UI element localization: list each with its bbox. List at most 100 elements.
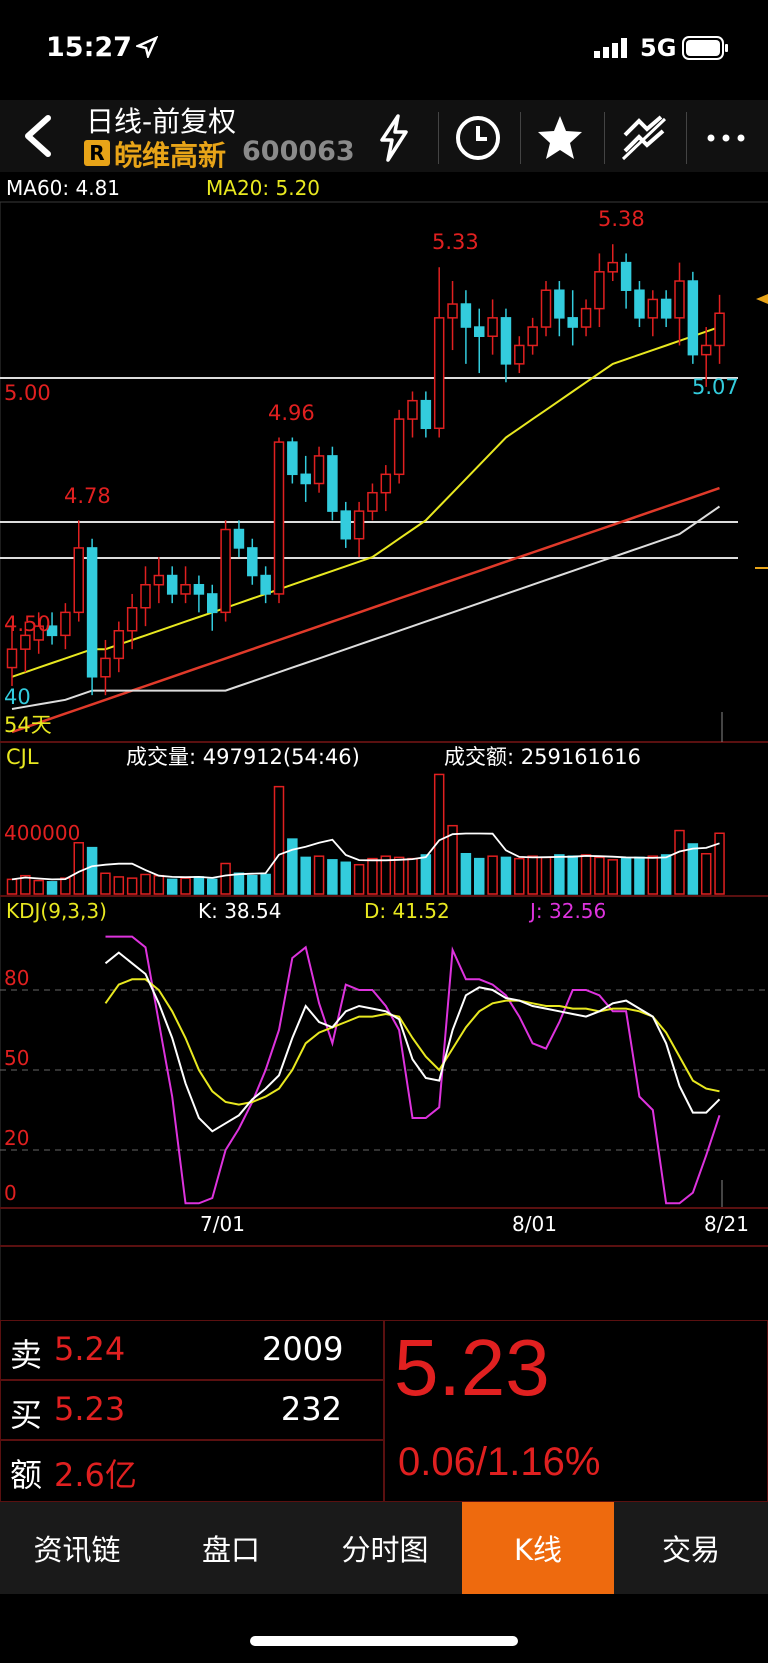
kdj-tick: 50 <box>4 1046 29 1070</box>
candle-body <box>420 399 432 430</box>
candle-body <box>233 528 245 549</box>
ma-period-label: 54天 <box>4 713 52 737</box>
candle-body <box>180 583 191 595</box>
volume-bar <box>260 873 271 895</box>
candle-body <box>674 280 685 319</box>
tab-order-book[interactable]: 盘口 <box>154 1502 308 1594</box>
sell-price: 5.24 <box>54 1330 126 1368</box>
candle-body <box>313 455 325 485</box>
candle-body <box>607 261 618 273</box>
candle-body <box>447 303 458 319</box>
candle-body <box>660 298 672 319</box>
candle-body <box>100 657 111 678</box>
tab-trade[interactable]: 交易 <box>614 1502 768 1594</box>
candle-body <box>273 441 285 595</box>
volume-bar <box>153 874 165 895</box>
candle-body <box>514 344 525 365</box>
candle-body <box>166 574 178 595</box>
candle-body <box>700 344 712 356</box>
clock-icon[interactable] <box>446 108 510 168</box>
candle-body <box>73 547 84 614</box>
sell-label: 卖 <box>10 1336 43 1374</box>
volume-bar <box>367 857 378 895</box>
kline-chart[interactable]: MA60: 4.81 MA20: 5.20 5.38 5.33 4.96 4.7… <box>0 172 768 1320</box>
buy-label: 买 <box>10 1396 43 1434</box>
volume-bar <box>313 855 325 895</box>
divider <box>686 112 687 164</box>
volume-bar <box>634 856 645 895</box>
ma60-label: MA60: 4.81 <box>6 176 120 200</box>
volume-bar <box>474 857 485 895</box>
volume-scale: 400000 <box>4 821 80 845</box>
volume-bar <box>86 846 98 895</box>
candle-body <box>6 648 18 669</box>
volume-title: CJL <box>6 745 39 769</box>
volume-bar <box>207 878 218 895</box>
volume-value: 成交量: 497912(54:46) <box>126 745 360 769</box>
candle-body <box>260 574 271 595</box>
candle-body <box>153 574 165 586</box>
home-indicator <box>250 1636 518 1646</box>
tab-kline[interactable]: K线 <box>462 1502 614 1594</box>
price-label: 5.33 <box>432 230 479 254</box>
volume-bar <box>674 829 685 895</box>
volume-bar <box>700 852 712 895</box>
volume-bar <box>487 855 498 895</box>
candle-body <box>540 289 552 328</box>
volume-bar <box>353 863 365 895</box>
candle-body <box>647 298 659 319</box>
candle-body <box>487 317 498 337</box>
divider <box>604 112 605 164</box>
tab-news-chain[interactable]: 资讯链 <box>0 1502 154 1594</box>
volume-bar <box>420 854 432 895</box>
candle-body <box>580 307 592 328</box>
volume-bar <box>540 856 552 895</box>
star-icon[interactable] <box>528 108 592 168</box>
volume-bar <box>594 856 605 895</box>
price-change: 0.06/1.16% <box>398 1440 601 1484</box>
volume-bar <box>567 855 578 895</box>
volume-bar <box>407 857 418 895</box>
candle-body <box>207 593 218 614</box>
ma20-label: MA20: 5.20 <box>206 176 320 200</box>
back-arrow-icon[interactable] <box>18 112 58 160</box>
tab-intraday[interactable]: 分时图 <box>308 1502 462 1594</box>
amount-value: 成交额: 259161616 <box>444 745 641 769</box>
volume-bar <box>340 861 351 895</box>
candle-body <box>714 312 725 347</box>
volume-bar <box>233 872 245 895</box>
kdj-k: K: 38.54 <box>198 899 281 923</box>
date-label: 8/21 <box>704 1212 749 1236</box>
volume-bar <box>180 877 191 895</box>
lightning-icon[interactable] <box>362 108 426 168</box>
date-label: 8/01 <box>512 1212 557 1236</box>
amount-label: 额 <box>10 1456 43 1494</box>
candle-body <box>554 289 565 319</box>
volume-bar <box>380 855 392 895</box>
candle-body <box>433 317 445 430</box>
location-arrow-icon <box>136 36 158 58</box>
volume-bar <box>113 876 125 895</box>
candle-body <box>327 455 338 512</box>
drawing-tool-icon[interactable] <box>612 108 676 168</box>
volume-bar <box>73 842 84 895</box>
network-type: 5G <box>640 34 677 62</box>
candle-body <box>340 510 351 540</box>
candle-body <box>353 510 365 540</box>
divider <box>438 112 439 164</box>
more-icon[interactable] <box>694 108 758 168</box>
kdj-tick: 20 <box>4 1126 29 1150</box>
amount-value: 2.6亿 <box>54 1456 137 1494</box>
volume-bar <box>300 856 311 895</box>
volume-bar <box>60 877 71 895</box>
candle-body <box>86 547 98 678</box>
volume-bar <box>46 881 58 895</box>
volume-bar <box>620 857 632 895</box>
volume-bar <box>100 872 111 895</box>
status-time: 15:27 <box>46 32 132 63</box>
volume-bar <box>433 773 445 895</box>
volume-bar <box>247 874 258 895</box>
volume-bar <box>527 855 538 895</box>
buy-volume: 232 <box>280 1390 342 1428</box>
candle-body <box>20 634 31 650</box>
